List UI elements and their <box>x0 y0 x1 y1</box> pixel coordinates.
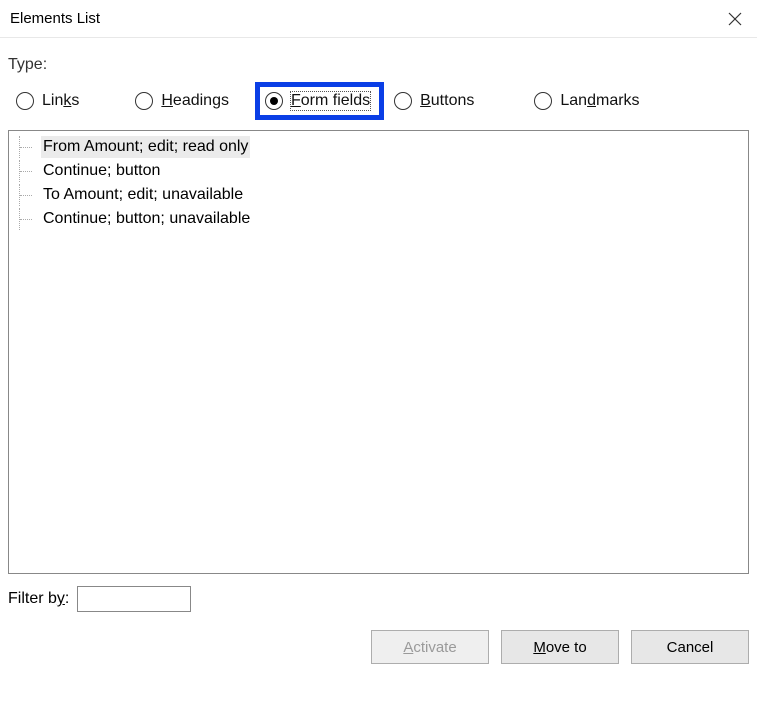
list-item-text: Continue; button <box>41 160 162 182</box>
activate-button[interactable]: Activate <box>371 630 489 664</box>
radio-buttons-label: Buttons <box>420 92 474 110</box>
tree-branch-icon <box>19 136 37 158</box>
elements-listbox[interactable]: From Amount; edit; read only Continue; b… <box>8 130 749 574</box>
radio-icon <box>16 92 34 110</box>
type-radio-row: Links Headings Form fields Buttons Landm… <box>8 76 749 130</box>
tree-branch-icon <box>19 184 37 206</box>
radio-icon <box>534 92 552 110</box>
tree-branch-icon <box>19 160 37 182</box>
title-bar: Elements List <box>0 0 757 38</box>
close-button[interactable] <box>712 0 757 38</box>
close-icon <box>728 12 742 26</box>
list-item-text: Continue; button; unavailable <box>41 208 252 230</box>
filter-input[interactable] <box>77 586 191 612</box>
radio-headings-label: Headings <box>161 92 229 110</box>
filter-label: Filter by: <box>8 590 69 608</box>
radio-links-label: Links <box>42 92 79 110</box>
list-item[interactable]: From Amount; edit; read only <box>9 135 748 159</box>
radio-landmarks[interactable]: Landmarks <box>526 84 651 118</box>
type-group: Type: Links Headings Form fields Buttons… <box>8 52 749 130</box>
button-row: Activate Move to Cancel <box>0 612 757 664</box>
move-to-button[interactable]: Move to <box>501 630 619 664</box>
list-item-text: From Amount; edit; read only <box>41 136 250 158</box>
radio-landmarks-label: Landmarks <box>560 92 639 110</box>
radio-icon <box>394 92 412 110</box>
radio-icon <box>135 92 153 110</box>
cancel-button[interactable]: Cancel <box>631 630 749 664</box>
radio-form-fields-label: Form fields <box>291 92 370 110</box>
type-legend: Type: <box>8 56 749 76</box>
radio-form-fields[interactable]: Form fields <box>257 84 382 118</box>
radio-headings[interactable]: Headings <box>127 84 241 118</box>
filter-row: Filter by: <box>0 574 757 612</box>
list-item[interactable]: Continue; button; unavailable <box>9 207 748 231</box>
window-title: Elements List <box>10 10 100 27</box>
list-item[interactable]: To Amount; edit; unavailable <box>9 183 748 207</box>
tree-branch-icon <box>19 208 37 230</box>
list-item[interactable]: Continue; button <box>9 159 748 183</box>
radio-links[interactable]: Links <box>8 84 91 118</box>
radio-icon <box>265 92 283 110</box>
list-item-text: To Amount; edit; unavailable <box>41 184 245 206</box>
radio-buttons[interactable]: Buttons <box>386 84 486 118</box>
